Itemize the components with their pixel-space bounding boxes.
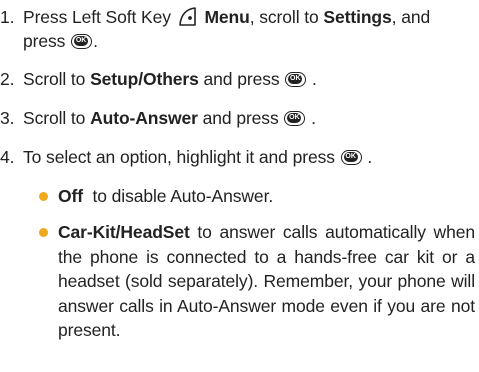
step-number: 2. (0, 69, 15, 89)
bullet-icon (39, 192, 48, 201)
option-text: Off to disable Auto-Answer. (58, 186, 274, 206)
ok-key-icon: OK (340, 150, 362, 165)
step-text: Scroll to Setup/Others and press OK . (23, 69, 317, 89)
step-number: 3. (0, 108, 15, 128)
ok-key-icon: OK (284, 111, 306, 126)
bullet-icon (39, 228, 48, 237)
ok-key-icon: OK (71, 34, 93, 49)
instructions-page: 1. Press Left Soft Key Menu, scroll to S… (0, 0, 479, 372)
ok-key-icon: OK (285, 72, 307, 87)
step-number: 4. (0, 147, 15, 167)
option-text: Car-Kit/HeadSet to answer calls automati… (58, 222, 475, 340)
left-soft-key-icon (178, 7, 196, 26)
step-text: Press Left Soft Key Menu, scroll to Sett… (23, 7, 431, 51)
step-text: Scroll to Auto-Answer and press OK . (23, 108, 316, 128)
step-text: To select an option, highlight it and pr… (23, 147, 373, 167)
step-number: 1. (0, 7, 15, 27)
